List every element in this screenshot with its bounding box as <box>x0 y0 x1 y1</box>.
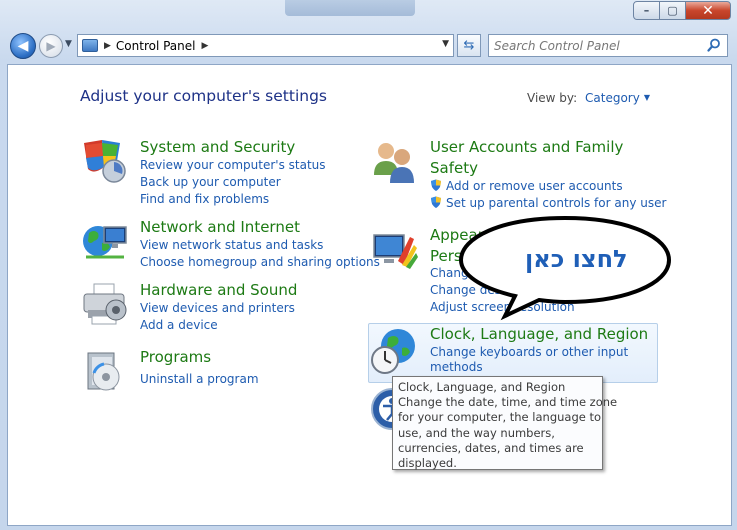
search-box[interactable] <box>488 34 728 57</box>
link-parental-controls-label[interactable]: Set up parental controls for any user <box>446 196 666 210</box>
page-title: Adjust your computer's settings <box>80 87 327 105</box>
link-devices-printers[interactable]: View devices and printers <box>140 300 295 317</box>
link-change-keyboards-line2[interactable]: methods <box>430 359 483 376</box>
category-title-user-accounts-line2[interactable]: Safety <box>430 158 478 179</box>
tooltip: Clock, Language, and Region Change the d… <box>392 376 618 471</box>
window-controls: – ▢ ✕ <box>633 1 731 20</box>
tooltip-line: use, and the way numbers, <box>398 425 555 440</box>
control-panel-icon <box>82 39 98 52</box>
minimize-button[interactable]: – <box>633 1 660 20</box>
security-shield-icon <box>84 140 126 183</box>
tooltip-title: Clock, Language, and Region <box>398 380 566 394</box>
search-icon[interactable] <box>707 38 721 52</box>
back-button[interactable]: ◀ <box>10 33 36 59</box>
chevron-down-icon: ▼ <box>643 93 650 102</box>
category-programs: Programs Uninstall a program <box>80 347 340 397</box>
breadcrumb-chevron-icon[interactable]: ▶ <box>202 41 209 51</box>
clock-globe-icon <box>371 329 415 374</box>
link-add-remove-accounts[interactable]: Add or remove user accounts <box>430 178 623 195</box>
view-by-dropdown[interactable]: Category ▼ <box>585 91 650 105</box>
category-title-user-accounts[interactable]: User Accounts and Family <box>430 137 623 158</box>
appearance-palette-icon <box>373 234 418 269</box>
category-title-clock-language-region[interactable]: Clock, Language, and Region <box>430 324 648 345</box>
users-icon <box>374 143 414 183</box>
tooltip-line: displayed. <box>398 456 457 471</box>
category-system-security: System and Security Review your computer… <box>80 137 340 207</box>
refresh-button[interactable]: ⇆ <box>457 34 481 57</box>
tooltip-line: for your computer, the language to <box>398 410 602 425</box>
close-button[interactable]: ✕ <box>685 1 731 20</box>
link-review-status[interactable]: Review your computer's status <box>140 157 326 174</box>
link-uninstall-program[interactable]: Uninstall a program <box>140 371 259 388</box>
navigation-bar: ◀ ▶ ▼ ▶ Control Panel ▶ ▼ ⇆ <box>0 31 737 61</box>
uac-shield-icon <box>431 196 441 208</box>
category-title-hardware-sound[interactable]: Hardware and Sound <box>140 280 297 301</box>
tooltip-line: Change the date, time, and time zone <box>398 395 618 410</box>
link-find-fix[interactable]: Find and fix problems <box>140 191 269 208</box>
address-bar[interactable]: ▶ Control Panel ▶ ▼ <box>77 34 454 57</box>
category-title-programs[interactable]: Programs <box>140 347 211 368</box>
view-by-value[interactable]: Category <box>585 91 640 105</box>
category-user-accounts: User Accounts and Family Safety Add or r… <box>370 137 666 217</box>
link-homegroup-sharing[interactable]: Choose homegroup and sharing options <box>140 254 380 271</box>
category-title-network-internet[interactable]: Network and Internet <box>140 217 300 238</box>
search-input[interactable] <box>494 36 704 55</box>
link-add-remove-accounts-label[interactable]: Add or remove user accounts <box>446 179 623 193</box>
tooltip-line: currencies, dates, and times are <box>398 440 584 455</box>
link-network-status[interactable]: View network status and tasks <box>140 237 323 254</box>
address-dropdown-icon[interactable]: ▼ <box>442 39 449 49</box>
category-clock-language-region[interactable]: Clock, Language, and Region Change keybo… <box>370 324 660 382</box>
title-bar: – ▢ ✕ <box>0 0 737 28</box>
maximize-button[interactable]: ▢ <box>659 1 686 20</box>
network-globe-icon <box>83 226 127 259</box>
forward-button[interactable]: ▶ <box>39 34 63 58</box>
category-title-system-security[interactable]: System and Security <box>140 137 295 158</box>
breadcrumb-control-panel[interactable]: Control Panel <box>116 39 196 53</box>
breadcrumb-chevron-icon[interactable]: ▶ <box>104 41 111 51</box>
link-add-device[interactable]: Add a device <box>140 317 218 334</box>
callout-text: לחצו כאן <box>525 245 628 273</box>
category-hardware-sound: Hardware and Sound View devices and prin… <box>80 280 340 335</box>
link-parental-controls[interactable]: Set up parental controls for any user <box>430 195 666 212</box>
title-strip <box>285 0 415 16</box>
category-network-internet: Network and Internet View network status… <box>80 217 380 272</box>
printer-icon <box>83 283 127 325</box>
recent-pages-arrow-icon[interactable]: ▼ <box>65 39 72 49</box>
uac-shield-icon <box>431 179 441 191</box>
link-back-up[interactable]: Back up your computer <box>140 174 281 191</box>
programs-disc-icon <box>87 352 120 391</box>
view-by-label: View by: <box>527 91 578 105</box>
window-frame: – ▢ ✕ ◀ ▶ ▼ ▶ Control Panel ▶ ▼ ⇆ Adjust… <box>0 0 737 530</box>
